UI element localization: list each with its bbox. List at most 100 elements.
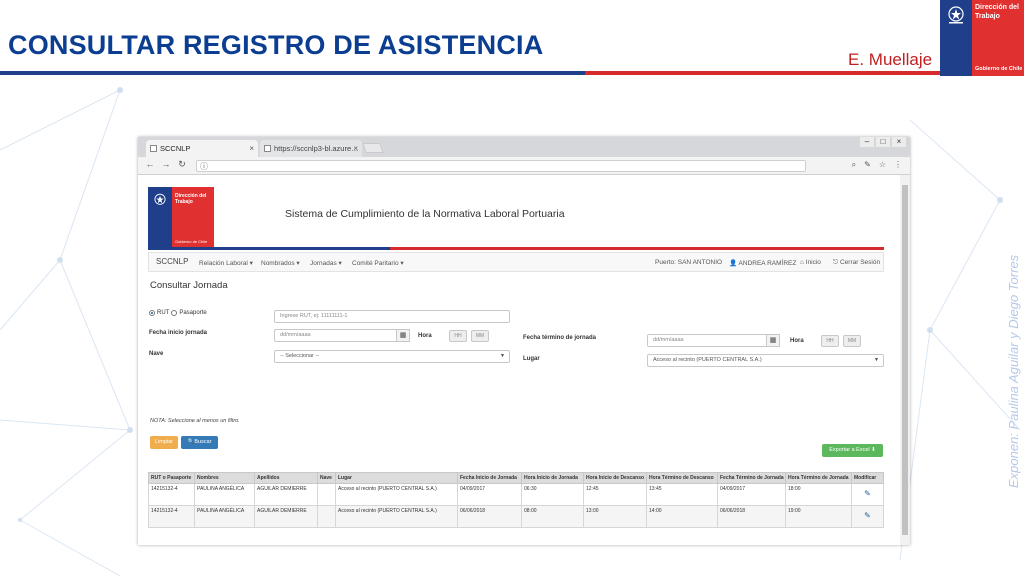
nave-label: Nave bbox=[149, 351, 164, 357]
fecha-inicio-calendar-icon[interactable]: ▦ bbox=[396, 329, 410, 342]
col-rut[interactable]: RUT o Pasaporte bbox=[148, 472, 195, 484]
nav-comite-paritario[interactable]: Comité Paritario ▾ bbox=[352, 259, 404, 267]
hora-inicio-mm[interactable]: MM bbox=[471, 330, 489, 342]
col-hora-inicio[interactable]: Hora Inicio de Jornada bbox=[521, 472, 584, 484]
hora-inicio-hh[interactable]: HH bbox=[449, 330, 467, 342]
lugar-select-value: Acceso al recinto (PUERTO CENTRAL S.A.) bbox=[653, 357, 762, 363]
nav-jornadas[interactable]: Jornadas ▾ bbox=[310, 259, 342, 267]
cell-nave bbox=[317, 505, 336, 528]
address-bar[interactable]: ⓘ bbox=[196, 160, 806, 172]
nav-puerto: Puerto: SAN ANTONIO bbox=[655, 259, 723, 266]
nav-user[interactable]: 👤 ANDREA RAMÍREZ bbox=[729, 259, 796, 267]
col-nombres[interactable]: Nombres bbox=[194, 472, 255, 484]
nave-select[interactable]: -- Seleccionar -- ▼ bbox=[274, 350, 510, 363]
exportar-excel-button[interactable]: Exportar a Excel ⬇ bbox=[822, 444, 883, 457]
nave-select-value: -- Seleccionar -- bbox=[280, 353, 320, 359]
new-tab-button[interactable] bbox=[362, 143, 384, 153]
tab-favicon-icon bbox=[150, 145, 157, 152]
nav-nombrados[interactable]: Nombrados ▾ bbox=[261, 259, 300, 267]
cell-termino-descanso: 14:00 bbox=[646, 505, 718, 528]
cell-rut: 14215132-4 bbox=[148, 483, 195, 506]
cell-nave bbox=[317, 483, 336, 506]
limpiar-button[interactable]: Limpiar bbox=[150, 436, 178, 449]
nav-user-name: ANDREA RAMÍREZ bbox=[738, 260, 797, 267]
cell-lugar: Acceso al recinto (PUERTO CENTRAL S.A.) bbox=[335, 505, 458, 528]
hora-termino-hh[interactable]: HH bbox=[821, 335, 839, 347]
browser-tab-sccnlp3[interactable]: https://sccnlp3-bl.azure… × bbox=[260, 140, 362, 157]
tab-favicon-icon bbox=[264, 145, 271, 152]
browser-tab-sccnlp[interactable]: SCCNLP × bbox=[146, 140, 258, 157]
maximize-button[interactable]: □ bbox=[876, 137, 890, 147]
zoom-icon[interactable]: ⌕ bbox=[852, 160, 856, 170]
fecha-termino-input[interactable]: dd/mm/aaaa bbox=[647, 334, 768, 347]
cell-fecha-termino: 04/09/2017 bbox=[717, 483, 786, 506]
col-apellidos[interactable]: Apellidos bbox=[254, 472, 318, 484]
col-inicio-descanso[interactable]: Hora Inicio de Descanso bbox=[583, 472, 647, 484]
nav-home[interactable]: ⌂ Inicio bbox=[800, 259, 821, 266]
cell-inicio-descanso: 13:00 bbox=[583, 505, 647, 528]
browser-tab-bar: SCCNLP × https://sccnlp3-bl.azure… × – □… bbox=[138, 137, 910, 157]
filter-note: NOTA: Seleccione al menos un filtro. bbox=[150, 418, 240, 424]
title-rule-red bbox=[585, 71, 940, 75]
page-viewport: Dirección del Trabajo Gobierno de Chile … bbox=[138, 175, 900, 545]
col-fecha-termino[interactable]: Fecha Término de Jornada bbox=[717, 472, 786, 484]
hora-termino-mm[interactable]: MM bbox=[843, 335, 861, 347]
extension-icon[interactable]: ✎ bbox=[864, 160, 871, 170]
nav-logout[interactable]: ⎋ Cerrar Sesión bbox=[833, 259, 880, 267]
cell-hora-termino: 19:00 bbox=[785, 505, 852, 528]
browser-toolbar: ← → ↻ ⓘ ⌕ ✎ ☆ ⋮ bbox=[138, 157, 910, 175]
scrollbar-thumb[interactable] bbox=[902, 185, 908, 535]
cell-modificar: ✎ bbox=[851, 505, 884, 528]
col-hora-termino[interactable]: Hora Término de Jornada bbox=[785, 472, 852, 484]
site-info-icon[interactable]: ⓘ bbox=[200, 161, 208, 172]
col-termino-descanso[interactable]: Hora Término de Descanso bbox=[646, 472, 718, 484]
cell-fecha-inicio: 06/06/2018 bbox=[457, 505, 522, 528]
site-title: Sistema de Cumplimiento de la Normativa … bbox=[285, 208, 565, 220]
edit-pencil-icon[interactable]: ✎ bbox=[854, 489, 881, 498]
title-rule-blue bbox=[0, 71, 585, 75]
menu-icon[interactable]: ⋮ bbox=[894, 160, 902, 170]
radio-pasaporte-label: Pasaporte bbox=[179, 310, 207, 316]
gobierno-logo-name: Dirección del Trabajo bbox=[975, 3, 1019, 21]
navbar-brand[interactable]: SCCNLP bbox=[156, 257, 188, 266]
site-logo-footer: Gobierno de Chile bbox=[175, 239, 208, 244]
bookmark-star-icon[interactable]: ☆ bbox=[879, 160, 886, 170]
table-row: 14215132-4 PAULINA ANGÉLICA AGUILAR DEMI… bbox=[148, 483, 884, 506]
tab-close-icon[interactable]: × bbox=[353, 140, 358, 157]
fecha-termino-calendar-icon[interactable]: ▦ bbox=[766, 334, 780, 347]
gobierno-logo-line1: Dirección del bbox=[975, 4, 1019, 11]
site-logo-red-band: Dirección del Trabajo Gobierno de Chile bbox=[172, 187, 214, 247]
cell-rut: 14215132-4 bbox=[148, 505, 195, 528]
fecha-inicio-input[interactable]: dd/mm/aaaa bbox=[274, 329, 398, 342]
slide-title: CONSULTAR REGISTRO DE ASISTENCIA bbox=[8, 30, 544, 60]
tab-close-icon[interactable]: × bbox=[249, 140, 254, 157]
window-controls: – □ × bbox=[860, 137, 906, 147]
edit-pencil-icon[interactable]: ✎ bbox=[854, 511, 881, 520]
cell-apellidos: AGUILAR DEMIERRE bbox=[254, 483, 318, 506]
back-arrow-icon[interactable]: ← bbox=[144, 159, 156, 169]
buscar-button[interactable]: 🔍Buscar bbox=[181, 436, 218, 449]
tab-label: https://sccnlp3-bl.azure… bbox=[274, 144, 359, 153]
cell-hora-termino: 18:00 bbox=[785, 483, 852, 506]
id-type-radio-group: RUT Pasaporte bbox=[149, 310, 207, 316]
cell-modificar: ✎ bbox=[851, 483, 884, 506]
radio-pasaporte[interactable] bbox=[171, 310, 178, 316]
app-navbar: SCCNLP Relación Laboral ▾ Nombrados ▾ Jo… bbox=[148, 252, 884, 272]
radio-rut[interactable] bbox=[149, 310, 155, 316]
page-scrollbar[interactable] bbox=[900, 175, 910, 545]
minimize-button[interactable]: – bbox=[860, 137, 874, 147]
rut-input[interactable]: Ingrese RUT, ej: 11111111-1 bbox=[274, 310, 510, 323]
close-window-button[interactable]: × bbox=[892, 137, 906, 147]
browser-window: SCCNLP × https://sccnlp3-bl.azure… × – □… bbox=[138, 137, 910, 545]
col-fecha-inicio[interactable]: Fecha Inicio de Jornada bbox=[457, 472, 522, 484]
lugar-select[interactable]: Acceso al recinto (PUERTO CENTRAL S.A.) … bbox=[647, 354, 884, 367]
reload-icon[interactable]: ↻ bbox=[176, 159, 188, 170]
col-lugar[interactable]: Lugar bbox=[335, 472, 458, 484]
forward-arrow-icon[interactable]: → bbox=[160, 159, 172, 169]
nav-relacion-laboral[interactable]: Relación Laboral ▾ bbox=[199, 259, 253, 267]
site-rule-blue bbox=[148, 247, 390, 250]
col-nave[interactable]: Nave bbox=[317, 472, 336, 484]
cell-inicio-descanso: 12:45 bbox=[583, 483, 647, 506]
buscar-label: Buscar bbox=[194, 439, 212, 445]
gobierno-logo-red-band: Dirección del Trabajo Gobierno de Chile bbox=[972, 0, 1024, 76]
